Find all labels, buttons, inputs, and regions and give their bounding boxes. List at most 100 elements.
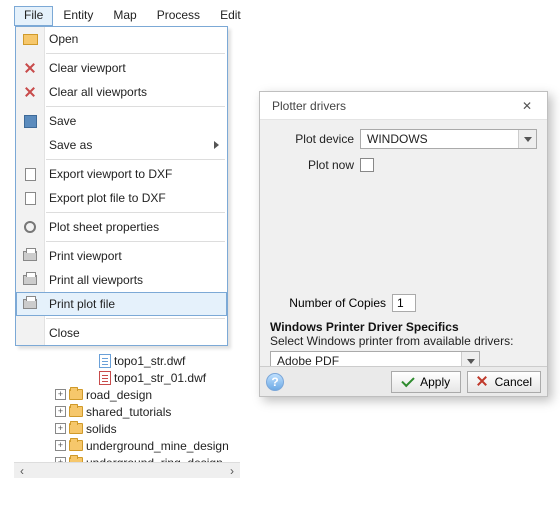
dialog-titlebar: Plotter drivers ✕ bbox=[260, 92, 547, 120]
save-icon bbox=[22, 113, 38, 129]
tree-spacer bbox=[85, 372, 96, 383]
chevron-down-icon[interactable] bbox=[518, 130, 536, 148]
menu-separator bbox=[46, 159, 225, 160]
tree-folder-label: solids bbox=[86, 422, 117, 436]
file-menu-print-viewport[interactable]: Print viewport bbox=[16, 244, 227, 268]
cancel-icon bbox=[476, 375, 490, 389]
folder-icon bbox=[69, 423, 83, 434]
tree-folder-row[interactable]: + solids bbox=[55, 420, 235, 437]
file-menu-save-as[interactable]: Save as bbox=[16, 133, 227, 157]
tree-file-row[interactable]: topo1_str.dwf bbox=[55, 352, 235, 369]
open-icon bbox=[22, 31, 38, 47]
file-menu-save[interactable]: Save bbox=[16, 109, 227, 133]
folder-icon bbox=[69, 389, 83, 400]
menu-separator bbox=[46, 318, 225, 319]
file-menu-open[interactable]: Open bbox=[16, 27, 227, 51]
print-viewport-icon bbox=[22, 248, 38, 264]
menu-separator bbox=[46, 241, 225, 242]
tree-file-label: topo1_str.dwf bbox=[114, 354, 185, 368]
file-menu-label: Close bbox=[49, 326, 80, 340]
menu-process[interactable]: Process bbox=[147, 6, 210, 26]
tree-file-label: topo1_str_01.dwf bbox=[114, 371, 206, 385]
copies-row: Number of Copies 1 bbox=[270, 294, 537, 312]
copies-input[interactable]: 1 bbox=[392, 294, 416, 312]
scroll-left-icon[interactable]: ‹ bbox=[14, 463, 30, 479]
tree-folder-row[interactable]: + road_design bbox=[55, 386, 235, 403]
file-menu-label: Plot sheet properties bbox=[49, 220, 159, 234]
tree-folder-row[interactable]: + shared_tutorials bbox=[55, 403, 235, 420]
menu-separator bbox=[46, 106, 225, 107]
file-menu-label: Print plot file bbox=[49, 297, 115, 311]
file-menu-export-viewport-dxf[interactable]: Export viewport to DXF bbox=[16, 162, 227, 186]
help-icon: ? bbox=[271, 375, 278, 389]
tree-folder-label: shared_tutorials bbox=[86, 405, 171, 419]
file-menu-export-plotfile-dxf[interactable]: Export plot file to DXF bbox=[16, 186, 227, 210]
plot-now-row: Plot now bbox=[270, 154, 537, 176]
file-menu-plot-sheet-properties[interactable]: Plot sheet properties bbox=[16, 215, 227, 239]
copies-value: 1 bbox=[397, 296, 404, 310]
menu-separator bbox=[46, 212, 225, 213]
file-menu-clear-all-viewports[interactable]: Clear all viewports bbox=[16, 80, 227, 104]
plotter-drivers-dialog: Plotter drivers ✕ Plot device WINDOWS Pl… bbox=[259, 91, 548, 397]
clear-all-viewports-icon bbox=[22, 84, 38, 100]
folder-icon bbox=[69, 440, 83, 451]
help-button[interactable]: ? bbox=[266, 373, 284, 391]
file-menu-label: Print all viewports bbox=[49, 273, 143, 287]
horizontal-scrollbar[interactable]: ‹ › bbox=[14, 462, 240, 478]
apply-button[interactable]: Apply bbox=[391, 371, 461, 393]
project-tree: topo1_str.dwf topo1_str_01.dwf + road_de… bbox=[55, 352, 235, 471]
copies-label: Number of Copies bbox=[270, 296, 392, 310]
export-viewport-icon bbox=[22, 166, 38, 182]
file-menu-label: Export plot file to DXF bbox=[49, 191, 166, 205]
plot-device-value: WINDOWS bbox=[367, 132, 428, 146]
apply-label: Apply bbox=[420, 375, 450, 389]
file-menu-clear-viewport[interactable]: Clear viewport bbox=[16, 56, 227, 80]
file-icon bbox=[99, 371, 111, 385]
plot-device-row: Plot device WINDOWS bbox=[270, 128, 537, 150]
printer-section-title: Windows Printer Driver Specifics bbox=[270, 320, 537, 334]
scroll-right-icon[interactable]: › bbox=[224, 463, 240, 479]
expand-icon[interactable]: + bbox=[55, 389, 66, 400]
file-menu-label: Export viewport to DXF bbox=[49, 167, 172, 181]
menu-separator bbox=[46, 53, 225, 54]
expand-icon[interactable]: + bbox=[55, 406, 66, 417]
tree-folder-row[interactable]: + underground_mine_design bbox=[55, 437, 235, 454]
tree-file-row[interactable]: topo1_str_01.dwf bbox=[55, 369, 235, 386]
clear-viewport-icon bbox=[22, 60, 38, 76]
file-menu-label: Save bbox=[49, 114, 76, 128]
properties-icon bbox=[22, 219, 38, 235]
plot-now-checkbox[interactable] bbox=[360, 158, 374, 172]
dialog-title: Plotter drivers bbox=[272, 99, 346, 113]
file-menu-close[interactable]: Close bbox=[16, 321, 227, 345]
print-plot-file-icon bbox=[22, 296, 38, 312]
expand-icon[interactable]: + bbox=[55, 440, 66, 451]
file-menu-dropdown: Open Clear viewport Clear all viewports … bbox=[15, 26, 228, 346]
file-menu-print-all-viewports[interactable]: Print all viewports bbox=[16, 268, 227, 292]
menu-file[interactable]: File bbox=[14, 6, 53, 26]
menu-edit[interactable]: Edit bbox=[210, 6, 251, 26]
check-icon bbox=[401, 375, 415, 389]
file-menu-label: Print viewport bbox=[49, 249, 122, 263]
file-menu-print-plot-file[interactable]: Print plot file bbox=[16, 292, 227, 316]
file-menu-label: Clear all viewports bbox=[49, 85, 147, 99]
menu-entity[interactable]: Entity bbox=[53, 6, 103, 26]
file-menu-label: Open bbox=[49, 32, 78, 46]
file-menu-label: Save as bbox=[49, 138, 92, 152]
menu-map[interactable]: Map bbox=[103, 6, 146, 26]
close-icon: ✕ bbox=[522, 99, 532, 113]
menubar: File Entity Map Process Edit bbox=[14, 6, 251, 26]
dialog-button-bar: ? Apply Cancel bbox=[260, 366, 547, 396]
print-all-viewports-icon bbox=[22, 272, 38, 288]
tree-spacer bbox=[85, 355, 96, 366]
tree-folder-label: underground_mine_design bbox=[86, 439, 229, 453]
tree-folder-label: road_design bbox=[86, 388, 152, 402]
plot-device-label: Plot device bbox=[270, 132, 360, 146]
dialog-close-button[interactable]: ✕ bbox=[513, 95, 541, 117]
plot-now-label: Plot now bbox=[270, 158, 360, 172]
export-plotfile-icon bbox=[22, 190, 38, 206]
file-icon bbox=[99, 354, 111, 368]
plot-device-select[interactable]: WINDOWS bbox=[360, 129, 537, 149]
cancel-button[interactable]: Cancel bbox=[467, 371, 541, 393]
file-menu-label: Clear viewport bbox=[49, 61, 126, 75]
expand-icon[interactable]: + bbox=[55, 423, 66, 434]
